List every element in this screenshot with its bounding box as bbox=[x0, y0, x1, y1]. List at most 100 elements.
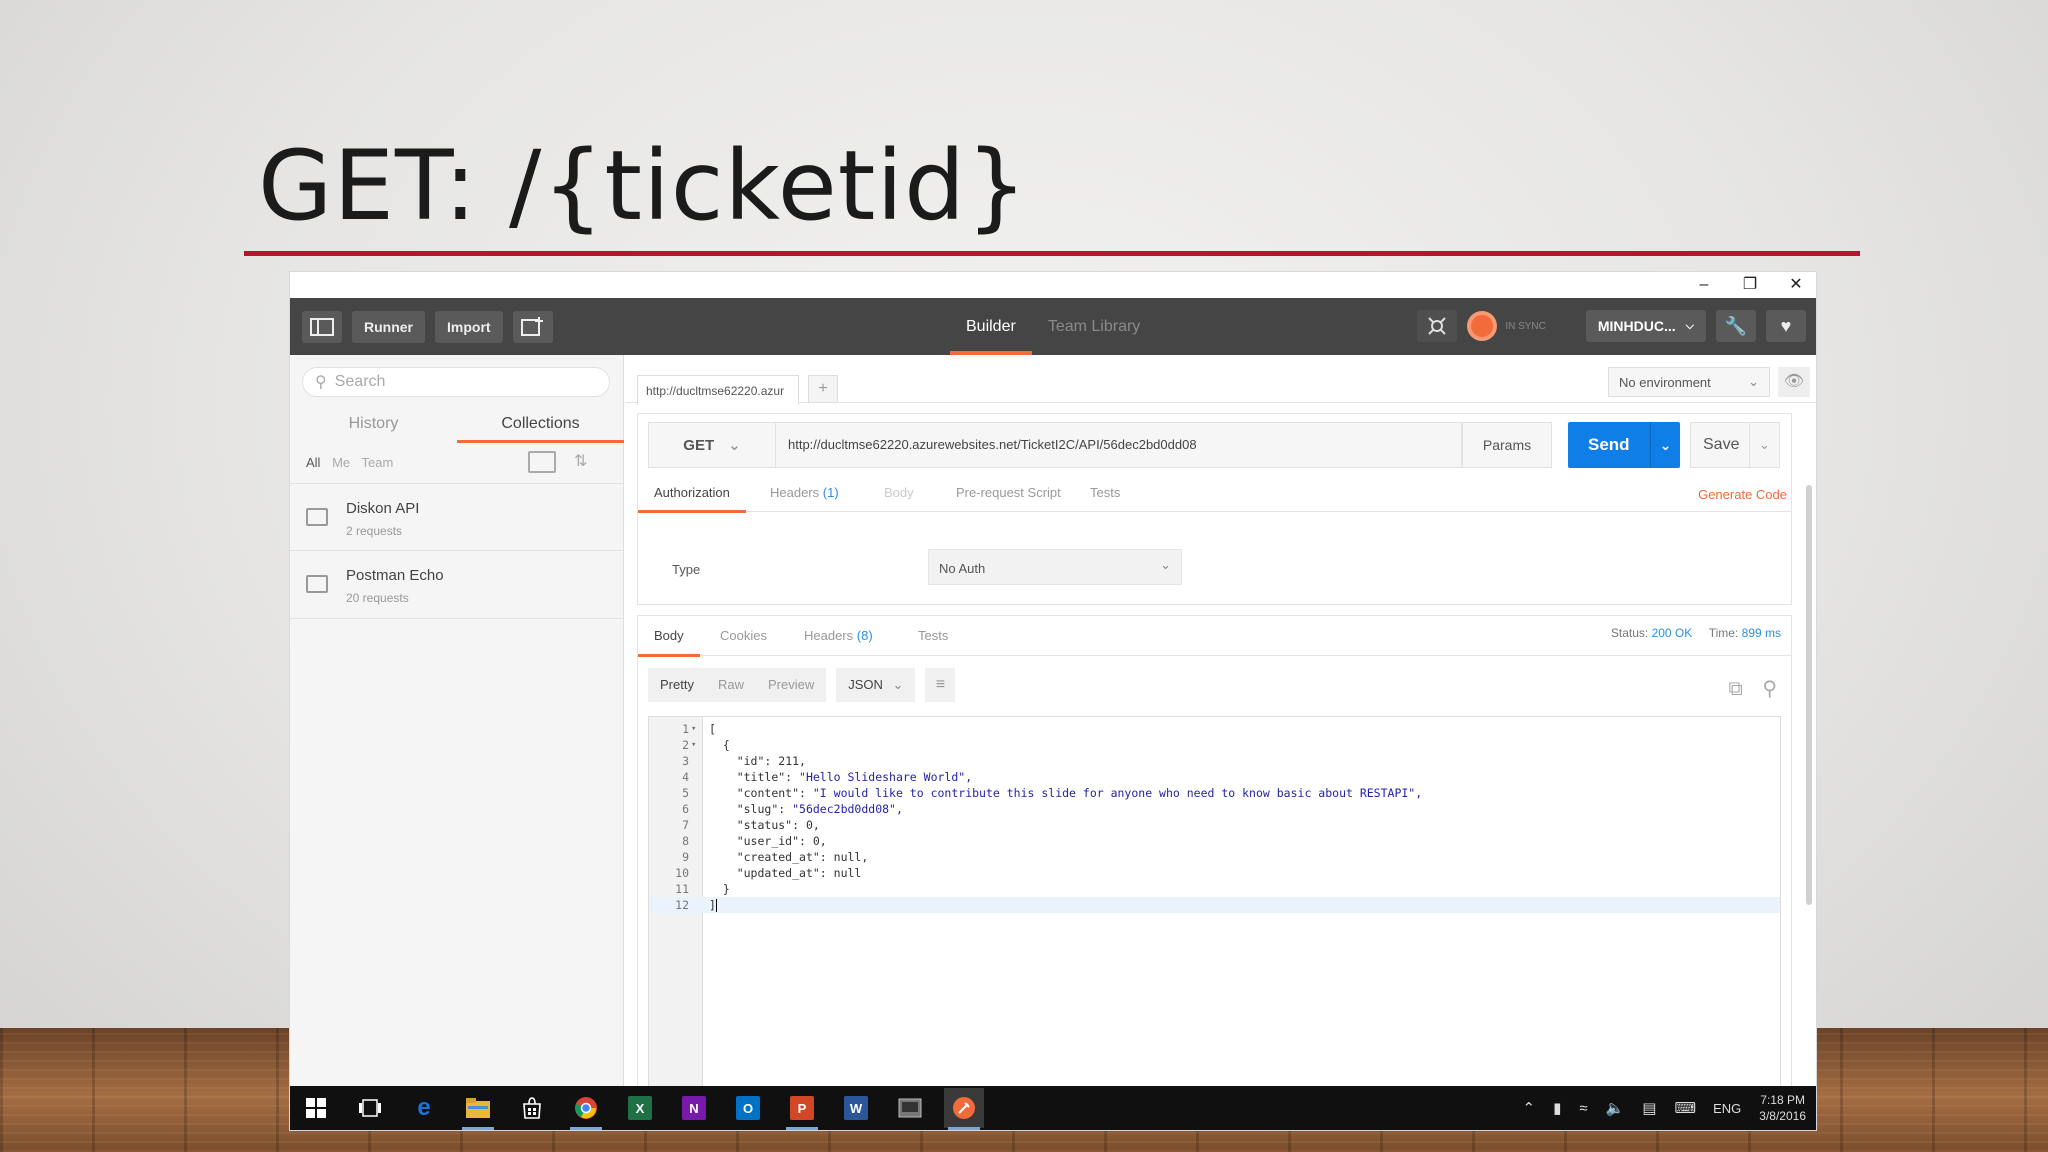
json-key: "id" bbox=[736, 754, 765, 768]
collection-item[interactable]: Postman Echo 20 requests bbox=[290, 551, 624, 619]
tab-prerequest-script[interactable]: Pre-request Script bbox=[940, 478, 1077, 512]
collection-item[interactable]: Diskon API 2 requests bbox=[290, 483, 624, 551]
onenote-icon[interactable]: N bbox=[674, 1088, 714, 1128]
format-raw[interactable]: Raw bbox=[706, 668, 756, 702]
user-menu-button[interactable]: MINHDUC... ⌵ bbox=[1585, 310, 1706, 342]
method-select[interactable]: GET ⌄ bbox=[648, 422, 776, 468]
tab-body[interactable]: Body bbox=[868, 478, 930, 512]
sort-icon[interactable]: ⇅ bbox=[574, 451, 587, 471]
chevron-down-icon: ⌵ bbox=[1685, 319, 1694, 332]
postman-icon[interactable] bbox=[944, 1088, 984, 1130]
environment-select[interactable]: No environment ⌄ bbox=[1608, 367, 1770, 397]
tab-history[interactable]: History bbox=[290, 407, 457, 441]
edge-glyph: e bbox=[417, 1094, 431, 1121]
wrap-icon: ≡ bbox=[935, 676, 946, 693]
code-token: { bbox=[709, 738, 730, 752]
clock-time: 7:18 PM bbox=[1760, 1093, 1805, 1107]
wrench-icon: 🔧 bbox=[1724, 315, 1748, 336]
notification-icon[interactable]: ▤ bbox=[1642, 1099, 1656, 1117]
tab-response-body[interactable]: Body bbox=[638, 616, 700, 657]
task-view-icon[interactable] bbox=[350, 1088, 390, 1128]
tab-response-tests[interactable]: Tests bbox=[902, 616, 964, 656]
keyboard-icon[interactable]: ⌨ bbox=[1674, 1099, 1696, 1117]
json-key: "user_id" bbox=[736, 834, 800, 848]
format-bar: Pretty Raw Preview JSON ⌄ ≡ bbox=[648, 668, 965, 702]
outlook-icon[interactable]: O bbox=[728, 1088, 768, 1128]
status-value: 200 OK bbox=[1651, 626, 1693, 640]
new-collection-icon[interactable] bbox=[528, 451, 556, 473]
runner-button[interactable]: Runner bbox=[352, 310, 425, 343]
import-button[interactable]: Import bbox=[435, 310, 503, 343]
app-icon[interactable] bbox=[890, 1088, 930, 1128]
send-options-button[interactable]: ⌄ bbox=[1650, 422, 1680, 468]
format-language-select[interactable]: JSON ⌄ bbox=[836, 668, 916, 702]
format-preview[interactable]: Preview bbox=[756, 668, 826, 702]
wifi-icon[interactable]: ≈ bbox=[1579, 1100, 1587, 1117]
chevron-up-icon[interactable]: ⌃ bbox=[1523, 1099, 1536, 1117]
outlook-glyph: O bbox=[736, 1096, 760, 1120]
volume-icon[interactable]: 🔈 bbox=[1606, 1099, 1625, 1117]
sidebar-toggle-button[interactable] bbox=[302, 310, 342, 343]
code-line: 6 "slug": "56dec2bd0dd08", bbox=[649, 801, 1780, 817]
filter-all[interactable]: All bbox=[306, 455, 320, 470]
code-text: "updated_at": null bbox=[709, 865, 862, 881]
powerpoint-icon[interactable]: P bbox=[782, 1088, 822, 1130]
tab-headers[interactable]: Headers (1) bbox=[754, 478, 855, 512]
restore-icon[interactable]: ❐ bbox=[1730, 274, 1770, 296]
format-pretty[interactable]: Pretty bbox=[648, 668, 706, 702]
favorite-button[interactable]: ♥ bbox=[1766, 310, 1806, 342]
tab-cookies[interactable]: Cookies bbox=[704, 616, 783, 656]
tab-collections[interactable]: Collections bbox=[457, 407, 624, 443]
word-icon[interactable]: W bbox=[836, 1088, 876, 1128]
filter-me[interactable]: Me bbox=[332, 455, 350, 470]
app-glyph bbox=[898, 1096, 922, 1120]
new-window-button[interactable] bbox=[512, 310, 553, 343]
language-indicator[interactable]: ENG bbox=[1713, 1101, 1741, 1116]
url-input[interactable]: http://ducltmse62220.azurewebsites.net/T… bbox=[776, 422, 1462, 468]
user-name: MINHDUC... bbox=[1597, 318, 1676, 334]
time-value: 899 ms bbox=[1741, 626, 1781, 640]
wrap-lines-button[interactable]: ≡ bbox=[925, 668, 956, 702]
file-explorer-icon[interactable] bbox=[458, 1088, 498, 1130]
tab-builder[interactable]: Builder bbox=[950, 298, 1032, 355]
windows-start-icon[interactable] bbox=[296, 1088, 336, 1128]
excel-icon[interactable]: X bbox=[620, 1088, 660, 1128]
filter-team[interactable]: Team bbox=[362, 455, 394, 470]
chevron-down-icon[interactable]: ⌄ bbox=[1749, 423, 1779, 467]
request-tab[interactable]: http://ducltmse62220.azur bbox=[637, 375, 799, 405]
settings-button[interactable]: 🔧 bbox=[1716, 310, 1756, 342]
auth-type-select[interactable]: No Auth ⌄ bbox=[928, 549, 1182, 585]
search-icon[interactable]: ⚲ bbox=[1762, 678, 1777, 700]
add-tab-button[interactable]: + bbox=[808, 375, 838, 403]
minimize-icon[interactable]: – bbox=[1684, 274, 1724, 296]
code-text: "id": 211, bbox=[709, 753, 806, 769]
send-button[interactable]: Send ⌄ bbox=[1568, 422, 1680, 468]
environment-quick-look-button[interactable]: 👁 bbox=[1778, 367, 1810, 397]
fold-icon[interactable]: ▾ bbox=[691, 737, 696, 753]
tab-response-headers[interactable]: Headers (8) bbox=[788, 616, 889, 656]
tab-tests[interactable]: Tests bbox=[1074, 478, 1136, 512]
store-icon[interactable] bbox=[512, 1088, 552, 1128]
params-button[interactable]: Params bbox=[1462, 422, 1552, 468]
folder-icon bbox=[306, 575, 328, 593]
satellite-icon bbox=[1428, 317, 1447, 335]
battery-icon[interactable]: ▮ bbox=[1553, 1099, 1561, 1117]
copy-icon[interactable]: ⧉ bbox=[1729, 678, 1743, 700]
search-input[interactable]: ⚲ Search bbox=[302, 367, 610, 397]
tab-authorization[interactable]: Authorization bbox=[638, 478, 746, 513]
clock[interactable]: 7:18 PM 3/8/2016 bbox=[1759, 1092, 1806, 1124]
sync-status-icon[interactable] bbox=[1467, 311, 1498, 341]
close-icon[interactable]: ✕ bbox=[1776, 274, 1816, 296]
chevron-down-icon: ⌄ bbox=[728, 437, 741, 454]
chrome-icon[interactable] bbox=[566, 1088, 606, 1130]
response-code-editor[interactable]: 1 ▾[2 ▾ {3 "id": 211, 4 "title": "Hello Sli… bbox=[648, 716, 1781, 1130]
generate-code-link[interactable]: Generate Code bbox=[1698, 478, 1787, 512]
scrollbar[interactable] bbox=[1806, 485, 1812, 905]
save-button[interactable]: Save ⌄ bbox=[1690, 422, 1780, 468]
eye-icon: 👁 bbox=[1783, 373, 1805, 390]
json-key: "updated_at" bbox=[736, 866, 820, 880]
fold-icon[interactable]: ▾ bbox=[691, 721, 696, 737]
interceptor-button[interactable] bbox=[1417, 310, 1458, 342]
edge-icon[interactable]: e bbox=[404, 1088, 444, 1128]
tab-team-library[interactable]: Team Library bbox=[1032, 298, 1156, 355]
